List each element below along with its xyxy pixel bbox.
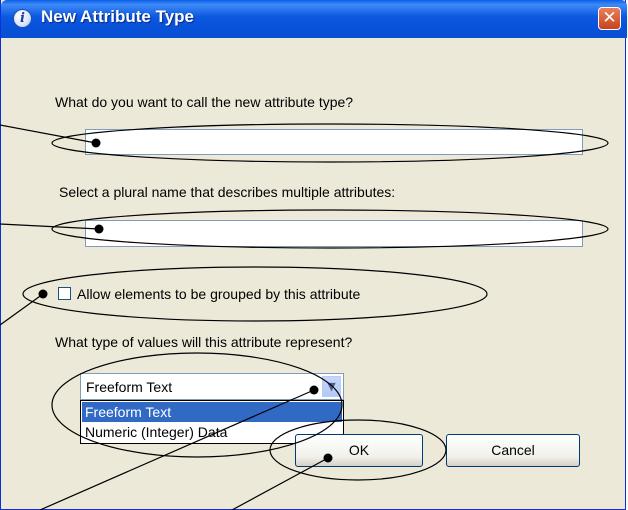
plural-input[interactable] [85, 220, 583, 247]
value-type-selected: Freeform Text [86, 379, 173, 395]
value-type-label: What type of values will this attribute … [55, 334, 353, 350]
close-button[interactable]: ✕ [598, 7, 621, 30]
new-attribute-type-dialog: i New Attribute Type ✕ What do you want … [0, 0, 627, 510]
name-input[interactable] [85, 129, 583, 155]
group-checkbox-label[interactable]: Allow elements to be grouped by this att… [77, 286, 360, 302]
title-bar[interactable]: i New Attribute Type ✕ [1, 0, 627, 38]
dialog-title: New Attribute Type [41, 7, 195, 26]
chevron-down-icon[interactable]: ▼ [322, 376, 341, 397]
plural-label: Select a plural name that describes mult… [59, 184, 396, 200]
dialog-body: What do you want to call the new attribu… [5, 38, 621, 506]
value-type-select[interactable]: Freeform Text ▼ [80, 373, 344, 400]
ok-button[interactable]: OK [295, 434, 423, 467]
cancel-button[interactable]: Cancel [446, 434, 580, 467]
info-icon: i [13, 9, 32, 28]
name-label: What do you want to call the new attribu… [55, 94, 354, 110]
dropdown-option-freeform[interactable]: Freeform Text [82, 402, 342, 422]
group-checkbox[interactable] [58, 287, 71, 300]
close-icon: ✕ [602, 8, 617, 28]
